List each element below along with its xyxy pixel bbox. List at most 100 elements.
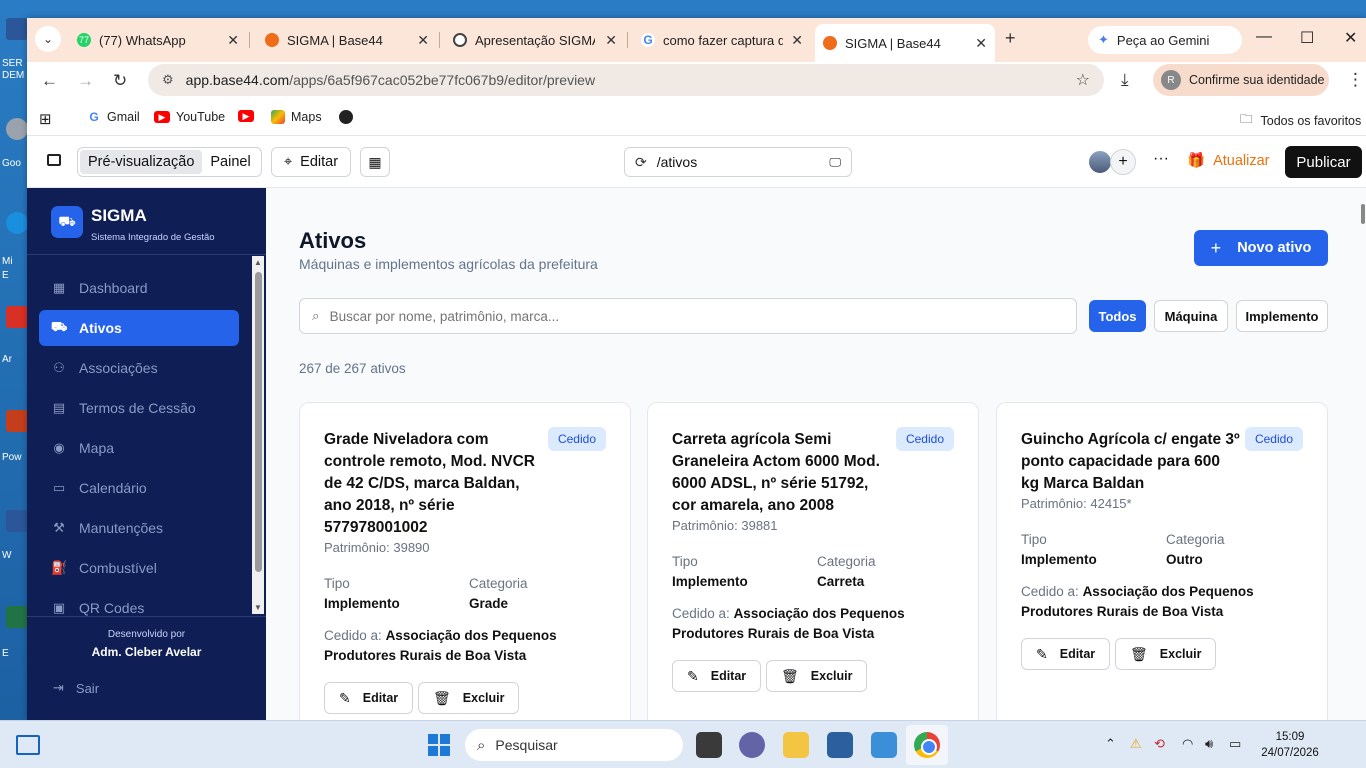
tab-sigma-base44[interactable]: SIGMA | Base44 ✕ [257,26,437,54]
reload-icon[interactable]: ↻ [113,71,127,91]
bookmark-star-icon[interactable]: ☆ [1076,70,1090,90]
sidebar-item-manutencoes[interactable]: ⚒ Manutenções [39,510,239,546]
sidebar-item-mapa[interactable]: ◉ Mapa [39,430,239,466]
site-info-icon[interactable]: ⚙ [162,72,174,88]
bookmark-maps[interactable]: Maps [271,110,322,124]
desktop-label: SER [2,58,23,69]
delete-asset-button[interactable]: 🗑 Excluir [1115,638,1217,670]
refresh-icon[interactable]: ⟳ [635,154,647,171]
sidebar-item-dashboard[interactable]: ▦ Dashboard [39,270,239,306]
edge-icon[interactable] [6,212,28,234]
apps-grid-icon[interactable]: ⊞ [39,110,52,128]
tab-search-button[interactable]: ⌄ [35,26,61,52]
powerpoint-icon[interactable] [6,410,28,432]
excel-icon[interactable] [6,606,28,628]
sidebar-item-termos[interactable]: ▤ Termos de Cessão [39,390,239,426]
sidebar-toggle-icon[interactable] [47,154,61,166]
logout-button[interactable]: ⇥ Sair [53,680,99,696]
close-icon[interactable]: ✕ [227,32,239,49]
status-badge: Cedido [1244,427,1303,451]
monitor-icon[interactable]: 🖵 [829,155,841,170]
acrobat-icon[interactable] [6,306,28,328]
close-icon[interactable]: ✕ [791,32,803,49]
filter-implemento[interactable]: Implemento [1236,300,1328,332]
google-drive-icon[interactable] [6,118,28,140]
tab-google-search[interactable]: G como fazer captura de ✕ [633,26,811,54]
photos-icon[interactable] [871,732,897,758]
scroll-down-icon[interactable]: ▼ [254,603,262,612]
filter-todos[interactable]: Todos [1089,300,1146,332]
more-horizontal-icon[interactable]: ··· [1153,150,1169,168]
volume-icon[interactable]: 🔊︎ [1205,736,1213,752]
scrollbar-thumb[interactable] [255,272,262,572]
bookmark-globe[interactable] [339,110,359,124]
scrollbar-thumb[interactable] [1361,204,1365,224]
bookmark-youtube-2[interactable]: ▶ [238,110,260,122]
edit-asset-button[interactable]: ✎ Editar [672,660,762,692]
layout-grid-button[interactable]: ▦ [360,147,390,177]
tab-divider [439,32,440,48]
tipo-label: Tipo [672,554,698,569]
delete-asset-button[interactable]: 🗑 Excluir [766,660,868,692]
new-asset-button[interactable]: + Novo ativo [1194,230,1328,266]
delete-asset-button[interactable]: 🗑 Excluir [418,682,520,714]
forward-arrow-icon[interactable]: → [77,71,94,91]
tab-whatsapp[interactable]: 77 (77) WhatsApp ✕ [69,26,247,54]
address-bar[interactable]: ⚙ app.base44.com/apps/6a5f967cac052be77f… [148,64,1104,96]
store-icon[interactable] [827,732,853,758]
close-icon[interactable]: ✕ [975,35,987,52]
wifi-icon[interactable]: ◠ [1182,736,1193,752]
identity-button[interactable]: R Confirme sua identidade [1153,64,1329,96]
filter-maquina[interactable]: Máquina [1154,300,1228,332]
sidebar-scrollbar[interactable]: ▲ ▼ [252,256,264,614]
sidebar-item-associacoes[interactable]: ⚇ Associações [39,350,239,386]
sidebar-item-ativos[interactable]: ⛟ Ativos [39,310,239,346]
publish-button[interactable]: Publicar [1285,146,1362,178]
task-view-icon[interactable] [16,735,40,755]
windows-start-icon[interactable] [428,734,450,756]
more-vertical-icon[interactable]: ⋮ [1347,70,1364,90]
sidebar-item-combustivel[interactable]: ⛽ Combustível [39,550,239,586]
teams-icon[interactable] [739,732,765,758]
all-favorites[interactable]: 🗀 Todos os favoritos [1240,110,1361,131]
preview-mode-button[interactable]: Pré-visualização [80,150,203,174]
search-input[interactable] [329,308,1030,324]
word-icon[interactable] [6,510,28,532]
back-arrow-icon[interactable]: ← [41,71,58,91]
panel-mode-button[interactable]: Painel [202,150,258,174]
word-icon[interactable] [6,18,28,40]
main-scrollbar[interactable] [1360,188,1366,720]
chevron-up-icon[interactable]: ⌃ [1105,736,1116,752]
close-icon[interactable]: ✕ [417,32,429,49]
minimize-button[interactable]: — [1256,28,1272,46]
taskbar-search[interactable]: ⌕ Pesquisar [465,729,683,761]
edit-button[interactable]: ⌖ Editar [271,147,352,177]
new-tab-button[interactable]: + [1005,28,1016,49]
file-explorer-icon[interactable] [783,732,809,758]
tab-apresentacao[interactable]: Apresentação SIGMA ✕ [445,26,625,54]
gemini-button[interactable]: ✦ Peça ao Gemini [1088,26,1242,54]
terminal-icon[interactable] [696,732,722,758]
close-window-button[interactable]: ✕ [1344,28,1357,48]
invite-plus-button[interactable]: + [1110,149,1136,175]
refresh-app-button[interactable]: 🎁 Atualizar [1187,152,1269,170]
scroll-up-icon[interactable]: ▲ [254,258,262,267]
sidebar-item-calendario[interactable]: ▭ Calendário [39,470,239,506]
download-icon[interactable]: ⤓ [1121,70,1129,90]
tab-sigma-base44-active[interactable]: SIGMA | Base44 ✕ [815,24,995,62]
sidebar-item-qrcodes[interactable]: ▣ QR Codes [39,590,239,616]
bookmark-youtube[interactable]: ▶ YouTube [154,110,225,124]
close-icon[interactable]: ✕ [605,32,617,49]
route-selector[interactable]: ⟳ /ativos 🖵 [624,147,852,177]
delete-label: Excluir [1159,647,1202,661]
maximize-button[interactable]: ☐ [1300,28,1314,48]
clock[interactable]: 15:09 24/07/2026 [1258,729,1322,761]
edit-asset-button[interactable]: ✎ Editar [324,682,414,714]
battery-icon[interactable]: ▭ [1229,736,1241,752]
chrome-icon[interactable] [914,732,940,758]
bookmark-gmail[interactable]: G Gmail [87,110,139,124]
warning-shield-icon[interactable]: ⚠ [1130,736,1142,752]
folder-icon: 🗀 [1240,112,1253,126]
edit-asset-button[interactable]: ✎ Editar [1021,638,1111,670]
sync-icon[interactable]: ⟲ [1154,736,1165,752]
